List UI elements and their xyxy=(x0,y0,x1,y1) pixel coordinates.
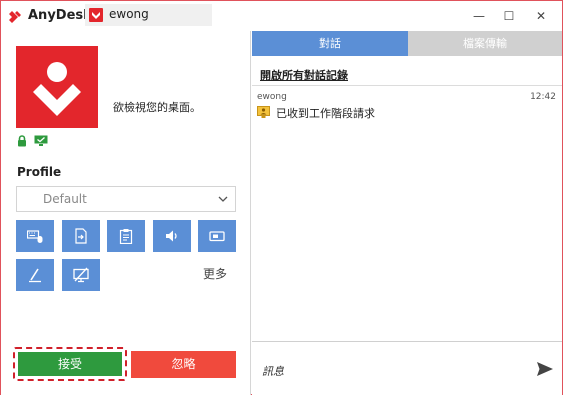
profile-dropdown[interactable]: Default xyxy=(16,186,236,212)
session-tab-label: ewong xyxy=(109,7,149,21)
recording-icon xyxy=(209,231,225,242)
send-icon[interactable] xyxy=(536,360,554,378)
keyboard-mouse-icon xyxy=(27,230,43,243)
profile-value: Default xyxy=(43,192,87,206)
anydesk-avatar-icon xyxy=(33,62,81,116)
request-message: 欲檢視您的桌面。 xyxy=(113,101,201,114)
message-time: 12:42 xyxy=(530,92,556,102)
maximize-button[interactable]: ☐ xyxy=(498,6,520,26)
tab-chat[interactable]: 對話 xyxy=(252,31,408,56)
clipboard-icon xyxy=(119,229,133,244)
privacy-screen-icon xyxy=(73,267,89,283)
chat-input-area xyxy=(252,341,562,395)
draw-icon xyxy=(29,268,41,283)
profile-label: Profile xyxy=(17,165,62,179)
message-sender: ewong xyxy=(257,92,287,102)
tab-file-transfer[interactable]: 檔案傳輸 xyxy=(408,31,562,56)
avatar xyxy=(16,46,98,128)
session-tab-icon xyxy=(89,8,103,22)
permission-keyboard-mouse[interactable] xyxy=(16,220,54,252)
sound-icon xyxy=(166,230,177,242)
anydesk-window: AnyDesk ewong — ☐ ✕ 欲檢視您的桌面。 Profile Def… xyxy=(0,0,563,395)
file-transfer-icon xyxy=(75,228,87,244)
anydesk-logo-icon xyxy=(9,11,21,23)
accept-button[interactable]: 接受 xyxy=(18,352,122,376)
app-name: AnyDesk xyxy=(28,8,92,23)
title-bar: AnyDesk ewong — ☐ ✕ xyxy=(1,1,562,31)
chat-message-input[interactable] xyxy=(262,362,517,380)
permission-sound[interactable] xyxy=(153,220,191,252)
divider xyxy=(252,85,562,86)
lock-icon xyxy=(18,135,26,147)
ignore-button[interactable]: 忽略 xyxy=(131,351,236,378)
chevron-down-icon xyxy=(218,196,228,202)
close-button[interactable]: ✕ xyxy=(530,6,552,26)
chat-panel: 對話 檔案傳輸 開啟所有對話記錄 ewong 12:42 已收到工作階段請求 xyxy=(252,31,562,395)
session-request-icon xyxy=(257,106,270,118)
permission-file-transfer[interactable] xyxy=(62,220,100,252)
message-text: 已收到工作階段請求 xyxy=(276,107,375,120)
permission-recording[interactable] xyxy=(198,220,236,252)
session-tab[interactable]: ewong xyxy=(85,4,212,26)
permission-clipboard[interactable] xyxy=(107,220,145,252)
request-panel: 欲檢視您的桌面。 Profile Default 更多 接受 忽略 xyxy=(1,31,251,395)
more-link[interactable]: 更多 xyxy=(203,265,227,282)
screen-check-icon xyxy=(34,135,48,146)
open-chat-log-link[interactable]: 開啟所有對話記錄 xyxy=(260,67,348,83)
permission-privacy-screen[interactable] xyxy=(62,259,100,291)
minimize-button[interactable]: — xyxy=(468,6,490,26)
permission-draw[interactable] xyxy=(16,259,54,291)
accept-highlight: 接受 xyxy=(13,347,127,381)
